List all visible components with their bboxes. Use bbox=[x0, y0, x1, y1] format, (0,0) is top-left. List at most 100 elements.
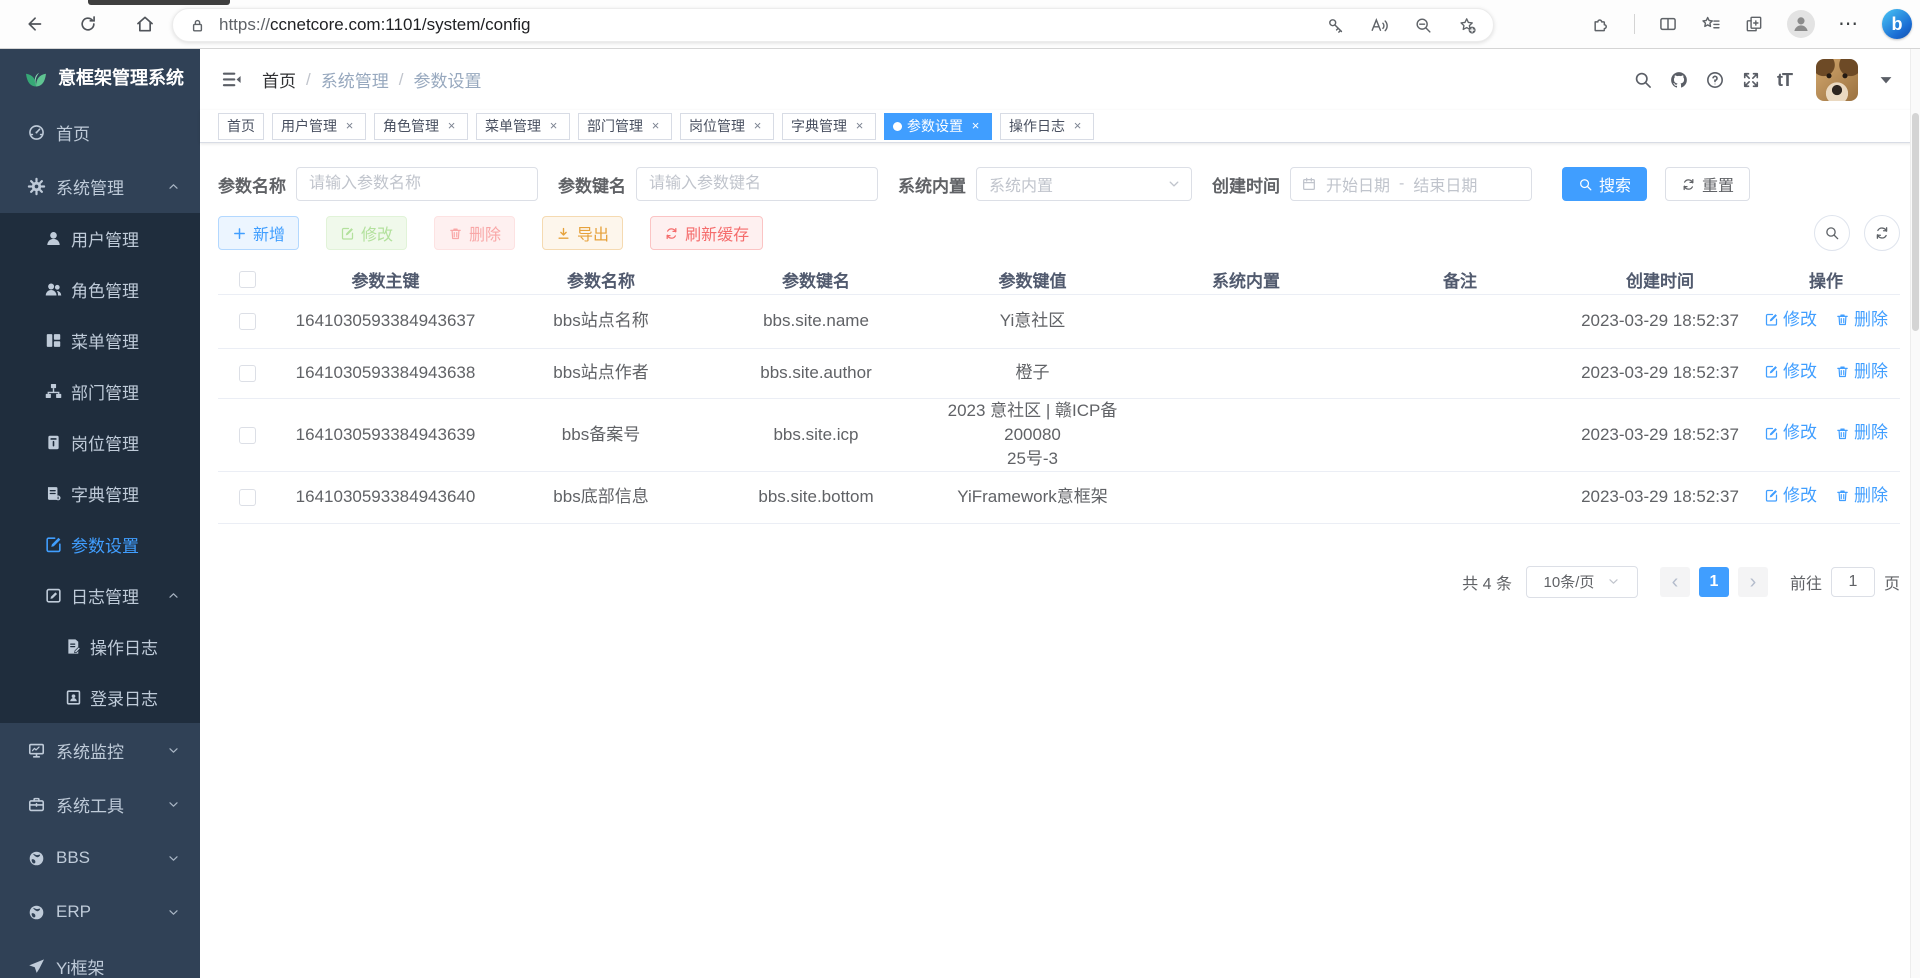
breadcrumb-home[interactable]: 首页 bbox=[262, 67, 296, 92]
current-page-button[interactable]: 1 bbox=[1699, 567, 1729, 597]
bing-chat-button[interactable]: b bbox=[1882, 9, 1912, 39]
scrollbar-thumb[interactable] bbox=[1912, 113, 1919, 331]
close-icon[interactable]: × bbox=[648, 119, 663, 134]
search-icon[interactable] bbox=[1633, 70, 1653, 90]
next-page-button[interactable]: › bbox=[1738, 567, 1768, 597]
sidebar-item-dept-mgmt[interactable]: 部门管理 bbox=[0, 366, 200, 417]
close-icon[interactable]: × bbox=[1070, 119, 1085, 134]
sidebar-item-user-mgmt[interactable]: 用户管理 bbox=[0, 213, 200, 264]
page-scrollbar[interactable] bbox=[1910, 49, 1920, 978]
sidebar-item-home[interactable]: 首页 bbox=[0, 105, 200, 159]
tab-post-mgmt[interactable]: 岗位管理× bbox=[680, 113, 774, 140]
row-edit-label: 修改 bbox=[1783, 360, 1817, 384]
refresh-table-button[interactable] bbox=[1864, 215, 1900, 251]
sidebar-item-dict-mgmt[interactable]: 字典管理 bbox=[0, 468, 200, 519]
sidebar-item-system-tools[interactable]: 系统工具 bbox=[0, 777, 200, 831]
edit-button[interactable]: 修改 bbox=[326, 216, 407, 250]
sidebar-item-menu-mgmt[interactable]: 菜单管理 bbox=[0, 315, 200, 366]
close-icon[interactable]: × bbox=[852, 119, 867, 134]
browser-profile-button[interactable] bbox=[1787, 10, 1815, 38]
close-icon[interactable]: × bbox=[342, 119, 357, 134]
tab-op-log[interactable]: 操作日志× bbox=[1000, 113, 1094, 140]
search-button-label: 搜索 bbox=[1599, 172, 1631, 196]
tab-home[interactable]: 首页 bbox=[218, 113, 264, 140]
home-icon bbox=[135, 14, 155, 34]
reset-button[interactable]: 重置 bbox=[1665, 167, 1750, 201]
sidebar-item-login-log[interactable]: 登录日志 bbox=[0, 672, 200, 723]
tab-param-settings[interactable]: 参数设置× bbox=[884, 113, 992, 140]
row-checkbox[interactable] bbox=[239, 365, 256, 382]
add-favorite-icon[interactable] bbox=[1458, 16, 1477, 35]
row-checkbox[interactable] bbox=[239, 313, 256, 330]
row-edit-link[interactable]: 修改 bbox=[1764, 308, 1817, 332]
row-edit-link[interactable]: 修改 bbox=[1764, 421, 1817, 445]
tab-menu-mgmt[interactable]: 菜单管理× bbox=[476, 113, 570, 140]
tab-dict-mgmt[interactable]: 字典管理× bbox=[782, 113, 876, 140]
prev-page-button[interactable]: ‹ bbox=[1660, 567, 1690, 597]
sidebar-item-system-monitor[interactable]: 系统监控 bbox=[0, 723, 200, 777]
zoom-out-icon[interactable] bbox=[1414, 16, 1433, 35]
param-key-input[interactable] bbox=[636, 167, 878, 201]
app-shell: 意框架管理系统 首页 系统管理 用户管理 角色管理 菜单管理 bbox=[0, 49, 1920, 978]
export-button[interactable]: 导出 bbox=[542, 216, 623, 250]
close-icon[interactable]: × bbox=[444, 119, 459, 134]
tab-user-mgmt[interactable]: 用户管理× bbox=[272, 113, 366, 140]
sidebar-item-bbs[interactable]: BBS bbox=[0, 831, 200, 885]
fullscreen-icon[interactable] bbox=[1741, 70, 1761, 90]
font-size-icon[interactable]: tT bbox=[1777, 70, 1792, 90]
caret-down-icon[interactable] bbox=[1876, 70, 1896, 90]
collections-icon[interactable] bbox=[1744, 14, 1764, 34]
browser-reload-button[interactable] bbox=[71, 7, 105, 41]
sidebar-item-param-settings[interactable]: 参数设置 bbox=[0, 519, 200, 570]
chevron-up-icon bbox=[167, 589, 180, 602]
github-icon[interactable] bbox=[1669, 70, 1689, 90]
avatar[interactable] bbox=[1816, 59, 1858, 101]
app-logo[interactable]: 意框架管理系统 bbox=[0, 49, 200, 105]
sidebar-collapse-icon[interactable] bbox=[220, 68, 243, 91]
close-icon[interactable]: × bbox=[968, 119, 983, 134]
browser-back-button[interactable] bbox=[16, 7, 50, 41]
browser-home-button[interactable] bbox=[128, 7, 162, 41]
close-icon[interactable]: × bbox=[546, 119, 561, 134]
tab-role-mgmt[interactable]: 角色管理× bbox=[374, 113, 468, 140]
sidebar-item-op-log[interactable]: 操作日志 bbox=[0, 621, 200, 672]
builtin-select[interactable]: 系统内置 bbox=[976, 167, 1192, 201]
row-checkbox[interactable] bbox=[239, 427, 256, 444]
row-checkbox[interactable] bbox=[239, 489, 256, 506]
close-icon[interactable]: × bbox=[750, 119, 765, 134]
read-aloud-icon[interactable] bbox=[1370, 16, 1389, 35]
select-all-checkbox[interactable] bbox=[239, 271, 256, 288]
sidebar-item-role-mgmt[interactable]: 角色管理 bbox=[0, 264, 200, 315]
sidebar-item-log-mgmt[interactable]: 日志管理 bbox=[0, 570, 200, 621]
toggle-search-button[interactable] bbox=[1814, 215, 1850, 251]
search-button[interactable]: 搜索 bbox=[1562, 167, 1647, 201]
add-button[interactable]: 新增 bbox=[218, 216, 299, 250]
row-edit-link[interactable]: 修改 bbox=[1764, 360, 1817, 384]
goto-page-input[interactable] bbox=[1831, 567, 1875, 597]
refresh-cache-button[interactable]: 刷新缓存 bbox=[650, 216, 763, 250]
address-bar[interactable]: https://ccnetcore.com:1101/system/config bbox=[172, 8, 1494, 42]
row-edit-link[interactable]: 修改 bbox=[1764, 484, 1817, 508]
tab-dept-mgmt[interactable]: 部门管理× bbox=[578, 113, 672, 140]
cell-builtin bbox=[1140, 398, 1352, 471]
browser-menu-button[interactable]: ⋯ bbox=[1838, 19, 1859, 29]
favorites-bar-icon[interactable] bbox=[1701, 14, 1721, 34]
row-delete-link[interactable]: 删除 bbox=[1835, 360, 1888, 384]
sidebar-item-yi-framework[interactable]: Yi框架 bbox=[0, 939, 200, 978]
row-delete-link[interactable]: 删除 bbox=[1835, 421, 1888, 445]
sidebar-item-system-mgmt[interactable]: 系统管理 bbox=[0, 159, 200, 213]
page-size-select[interactable]: 10条/页 bbox=[1526, 566, 1638, 598]
param-name-input[interactable] bbox=[296, 167, 538, 201]
row-delete-link[interactable]: 删除 bbox=[1835, 308, 1888, 332]
url-text[interactable]: https://ccnetcore.com:1101/system/config bbox=[219, 15, 531, 35]
extensions-icon[interactable] bbox=[1591, 14, 1611, 34]
password-key-icon[interactable] bbox=[1326, 16, 1345, 35]
row-delete-link[interactable]: 删除 bbox=[1835, 484, 1888, 508]
sidebar-item-post-mgmt[interactable]: 岗位管理 bbox=[0, 417, 200, 468]
sidebar-item-label: 系统管理 bbox=[56, 174, 124, 199]
date-range-picker[interactable]: 开始日期 - 结束日期 bbox=[1290, 167, 1532, 201]
split-screen-icon[interactable] bbox=[1658, 14, 1678, 34]
help-icon[interactable] bbox=[1705, 70, 1725, 90]
sidebar-item-erp[interactable]: ERP bbox=[0, 885, 200, 939]
delete-button[interactable]: 删除 bbox=[434, 216, 515, 250]
